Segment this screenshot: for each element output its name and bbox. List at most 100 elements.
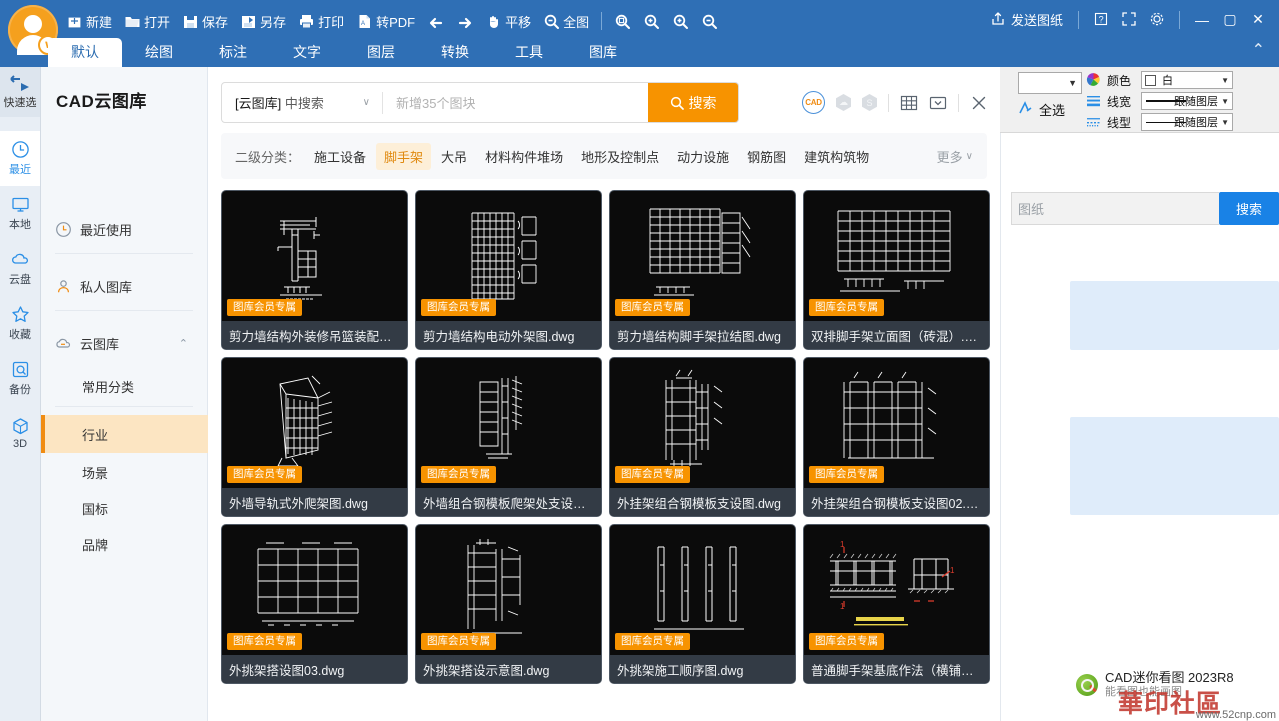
search-button[interactable]: 搜索 xyxy=(648,83,738,122)
maximize-button[interactable]: ▢ xyxy=(1217,9,1243,31)
tab-tools[interactable]: 工具 xyxy=(492,38,566,67)
tree-subitem-brand-label: 品牌 xyxy=(82,537,109,553)
save-button[interactable]: 保存 xyxy=(176,10,234,33)
hex-cloud-icon[interactable]: ☁ xyxy=(836,94,851,111)
zoom-previous-button[interactable] xyxy=(637,11,666,32)
print-button-label: 打印 xyxy=(318,14,345,30)
tab-text[interactable]: 文字 xyxy=(270,38,344,67)
zoom-out-button[interactable] xyxy=(695,11,724,32)
save-as-button[interactable]: 另存 xyxy=(234,10,292,33)
settings-button[interactable] xyxy=(1144,9,1170,31)
rail-quick-select[interactable]: 快速选 xyxy=(0,67,40,117)
block-card[interactable]: 1 1 1 图库会员专属 普通脚手架基底作法（横铺垫... xyxy=(803,524,990,684)
block-card[interactable]: 图库会员专属 剪力墙结构脚手架拉结图.dwg xyxy=(609,190,796,350)
zoom-window-button[interactable] xyxy=(608,11,637,32)
tree-item-cloud-label: 云图库 xyxy=(80,336,120,352)
pan-button[interactable]: 平移 xyxy=(479,10,537,33)
ribbon-tabs: 默认 绘图 标注 文字 图层 转换 工具 图库 xyxy=(48,38,640,67)
category-power-facilities[interactable]: 动力设施 xyxy=(669,143,737,170)
block-card[interactable]: 图库会员专属 外挂架组合钢模板支设图.dwg xyxy=(609,357,796,517)
tree-item-private[interactable]: 私人图库 xyxy=(41,267,208,305)
rail-item-recent[interactable]: 最近 xyxy=(0,131,40,186)
redo-button[interactable] xyxy=(450,11,479,32)
tree-subitem-brand[interactable]: 品牌 xyxy=(41,525,208,563)
tab-dimension[interactable]: 标注 xyxy=(196,38,270,67)
chevron-down-icon: ▼ xyxy=(1221,96,1229,106)
block-card[interactable]: 图库会员专属 剪力墙结构外装修吊篮装配图.... xyxy=(221,190,408,350)
category-bar-label: 二级分类： xyxy=(235,149,301,165)
linetype-combo[interactable]: 跟随图层 ▼ xyxy=(1141,113,1233,131)
category-rebar-drawings[interactable]: 钢筋图 xyxy=(739,143,794,170)
tree-item-cloud[interactable]: 云图库 ⌃ xyxy=(41,324,208,362)
svg-text:1: 1 xyxy=(840,540,845,549)
search-button-label: 搜索 xyxy=(688,94,717,111)
color-wheel-icon xyxy=(1086,72,1103,89)
select-all-button[interactable]: 全选 xyxy=(1018,100,1065,119)
fullscreen-button[interactable] xyxy=(1116,9,1142,31)
tree-item-recent[interactable]: 最近使用 xyxy=(41,210,208,248)
right-search-input[interactable]: 图纸 xyxy=(1011,192,1219,225)
quick-select-icon xyxy=(9,74,31,94)
grid-view-icon[interactable] xyxy=(900,94,918,112)
svg-text:1: 1 xyxy=(840,602,845,611)
category-construction-equipment[interactable]: 施工设备 xyxy=(306,143,374,170)
layer-combo[interactable]: ▼ xyxy=(1018,72,1082,94)
tree-subitem-scene[interactable]: 场景 xyxy=(41,453,208,491)
block-card[interactable]: 图库会员专属 剪力墙结构电动外架图.dwg xyxy=(415,190,602,350)
tree-subitem-industry[interactable]: 行业 xyxy=(41,415,208,453)
help-button[interactable]: ? xyxy=(1088,9,1114,31)
send-drawing-button[interactable]: 发送图纸 xyxy=(984,8,1069,31)
block-card[interactable]: 图库会员专属 外挑架搭设图03.dwg xyxy=(221,524,408,684)
block-card[interactable]: 图库会员专属 外挂架组合钢模板支设图02.d... xyxy=(803,357,990,517)
to-pdf-button[interactable]: A 转PDF xyxy=(350,10,421,33)
tree-subitem-national-standard[interactable]: 国标 xyxy=(41,489,208,527)
new-button[interactable]: 新建 xyxy=(60,10,118,33)
block-card[interactable]: 图库会员专属 外墙导轨式外爬架图.dwg xyxy=(221,357,408,517)
print-button[interactable]: 打印 xyxy=(292,10,350,33)
tab-draw[interactable]: 绘图 xyxy=(122,38,196,67)
open-button[interactable]: 打开 xyxy=(118,10,176,33)
block-card[interactable]: 图库会员专属 外挑架搭设示意图.dwg xyxy=(415,524,602,684)
category-buildings-structures[interactable]: 建筑构筑物 xyxy=(796,143,877,170)
placeholder-block xyxy=(1070,417,1279,515)
right-search-button[interactable]: 搜索 xyxy=(1219,192,1279,225)
close-button[interactable]: ✕ xyxy=(1245,9,1271,31)
tab-convert[interactable]: 转换 xyxy=(418,38,492,67)
color-property-row: 颜色 白 ▼ xyxy=(1086,70,1233,90)
rail-item-local[interactable]: 本地 xyxy=(0,186,40,241)
category-scaffolding[interactable]: 脚手架 xyxy=(376,142,432,170)
category-terrain-control-points[interactable]: 地形及控制点 xyxy=(573,143,667,170)
tab-library[interactable]: 图库 xyxy=(566,38,640,67)
block-card[interactable]: 图库会员专属 外挑架施工顺序图.dwg xyxy=(609,524,796,684)
rail-item-backup[interactable]: 备份 xyxy=(0,351,40,406)
mail-dropdown-icon[interactable] xyxy=(929,94,947,112)
block-card[interactable]: 图库会员专属 外墙组合钢模板爬架处支设图.... xyxy=(415,357,602,517)
chevron-up-icon[interactable]: ⌃ xyxy=(179,337,188,350)
category-material-yard[interactable]: 材料构件堆场 xyxy=(477,143,571,170)
lineweight-combo[interactable]: 跟随图层 ▼ xyxy=(1141,92,1233,110)
block-card[interactable]: 图库会员专属 双排脚手架立面图（砖混）.dwg xyxy=(803,190,990,350)
window-controls: 发送图纸 ? — ▢ ✕ xyxy=(984,8,1271,31)
category-more-button[interactable]: 更多 ∨ xyxy=(937,147,973,166)
minimize-button[interactable]: — xyxy=(1189,9,1215,31)
undo-button[interactable] xyxy=(421,11,450,32)
tree-subitem-common[interactable]: 常用分类 xyxy=(41,367,208,405)
hex-coin-icon[interactable]: S xyxy=(862,94,877,111)
tab-layer[interactable]: 图层 xyxy=(344,38,418,67)
search-input[interactable]: 新增35个图块 xyxy=(383,83,648,122)
category-crane[interactable]: 大吊 xyxy=(433,143,475,170)
block-name: 普通脚手架基底作法（横铺垫... xyxy=(804,655,989,683)
search-scope-select[interactable]: [云图库] 中搜索 ∨ xyxy=(222,83,382,122)
color-combo[interactable]: 白 ▼ xyxy=(1141,71,1233,89)
rail-item-cloud[interactable]: 云盘 xyxy=(0,241,40,296)
rail-item-favorites[interactable]: 收藏 xyxy=(0,296,40,351)
collapse-ribbon-chevron-icon[interactable]: ⌃ xyxy=(1252,40,1265,60)
zoom-extents-button[interactable]: 全图 xyxy=(537,10,595,33)
divider xyxy=(55,253,193,254)
close-icon[interactable] xyxy=(970,94,988,112)
rail-item-3d[interactable]: 3D xyxy=(0,406,40,461)
tab-default[interactable]: 默认 xyxy=(48,38,122,67)
zoom-in-button[interactable] xyxy=(666,11,695,32)
category-more-label: 更多 xyxy=(936,149,963,165)
cad-circle-icon[interactable]: CAD xyxy=(802,91,825,114)
